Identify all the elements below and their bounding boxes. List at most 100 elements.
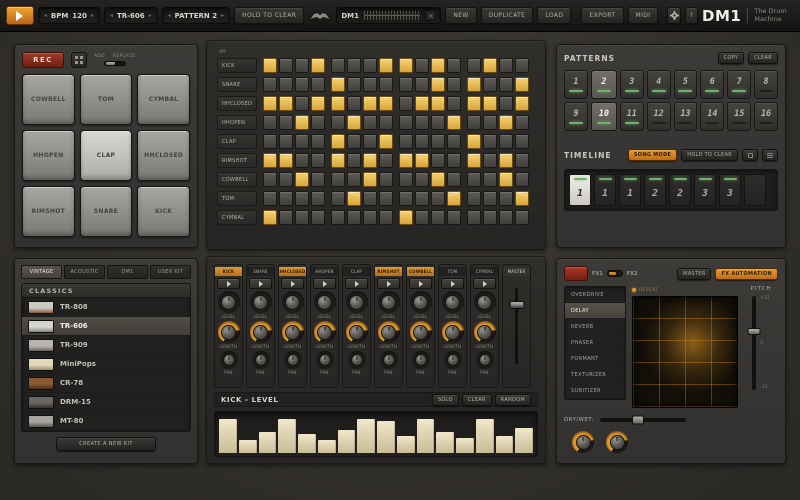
step-tom-9[interactable] — [399, 191, 413, 206]
kit-item-tr-808[interactable]: TR-808 — [22, 298, 190, 317]
fx-effect-formant[interactable]: FORMANT — [565, 351, 625, 367]
step-hhopen-8[interactable] — [379, 115, 393, 130]
velocity-bar-5[interactable] — [298, 434, 316, 453]
step-snare-7[interactable] — [363, 77, 377, 92]
step-hhclosed-2[interactable] — [279, 96, 293, 111]
step-tom-16[interactable] — [515, 191, 529, 206]
step-tom-2[interactable] — [279, 191, 293, 206]
step-kick-9[interactable] — [399, 58, 413, 73]
step-snare-13[interactable] — [467, 77, 481, 92]
step-cowbell-11[interactable] — [431, 172, 445, 187]
pattern-cell-6[interactable]: 6 — [700, 70, 724, 99]
step-snare-9[interactable] — [399, 77, 413, 92]
step-hhclosed-11[interactable] — [431, 96, 445, 111]
clear-song-icon[interactable]: × — [425, 10, 436, 21]
pattern-cell-2[interactable]: 2 — [591, 70, 617, 99]
step-snare-5[interactable] — [331, 77, 345, 92]
step-cymbal-11[interactable] — [431, 210, 445, 225]
knob-level[interactable] — [474, 291, 496, 313]
random-button[interactable]: RANDOM — [495, 394, 531, 406]
pitch-slider[interactable] — [752, 296, 756, 390]
step-clap-12[interactable] — [447, 134, 461, 149]
knob-pan[interactable] — [220, 351, 238, 369]
step-hhclosed-8[interactable] — [379, 96, 393, 111]
bpm-selector[interactable]: ◂ BPM 120 ▸ — [38, 7, 100, 24]
pattern-cell-16[interactable]: 16 — [754, 102, 778, 131]
velocity-bar-9[interactable] — [377, 421, 395, 453]
step-tom-1[interactable] — [263, 191, 277, 206]
step-rimshot-16[interactable] — [515, 153, 529, 168]
velocity-bar-1[interactable] — [219, 419, 237, 453]
pitch-slider-handle[interactable] — [748, 328, 761, 335]
step-rimshot-1[interactable] — [263, 153, 277, 168]
fader-handle[interactable] — [509, 301, 524, 309]
step-hhclosed-9[interactable] — [399, 96, 413, 111]
drum-pad-snare[interactable]: SNARE — [80, 186, 133, 237]
step-cowbell-8[interactable] — [379, 172, 393, 187]
step-tom-13[interactable] — [467, 191, 481, 206]
step-rimshot-3[interactable] — [295, 153, 309, 168]
midi-button[interactable]: MIDI — [628, 7, 659, 24]
knob-level[interactable] — [314, 291, 336, 313]
pattern-cell-8[interactable]: 8 — [754, 70, 778, 99]
step-hhopen-12[interactable] — [447, 115, 461, 130]
step-hhopen-5[interactable] — [331, 115, 345, 130]
step-snare-11[interactable] — [431, 77, 445, 92]
knob-level[interactable] — [442, 291, 464, 313]
step-hhopen-1[interactable] — [263, 115, 277, 130]
step-tom-11[interactable] — [431, 191, 445, 206]
step-clap-13[interactable] — [467, 134, 481, 149]
step-tom-5[interactable] — [331, 191, 345, 206]
step-cowbell-5[interactable] — [331, 172, 345, 187]
kit-tab-user-kit[interactable]: USER KIT — [150, 265, 191, 279]
step-rimshot-5[interactable] — [331, 153, 345, 168]
step-kick-10[interactable] — [415, 58, 429, 73]
channel-play-button[interactable] — [377, 278, 400, 289]
step-clap-2[interactable] — [279, 134, 293, 149]
step-cowbell-14[interactable] — [483, 172, 497, 187]
step-clap-9[interactable] — [399, 134, 413, 149]
step-cymbal-7[interactable] — [363, 210, 377, 225]
step-hhclosed-13[interactable] — [467, 96, 481, 111]
step-rimshot-15[interactable] — [499, 153, 513, 168]
velocity-bar-2[interactable] — [239, 440, 257, 453]
step-snare-15[interactable] — [499, 77, 513, 92]
step-hhclosed-15[interactable] — [499, 96, 513, 111]
step-kick-14[interactable] — [483, 58, 497, 73]
drum-pad-hhopen[interactable]: HHOPEN — [22, 130, 75, 181]
pattern-cell-3[interactable]: 3 — [620, 70, 644, 99]
pattern-cell-11[interactable]: 11 — [620, 102, 644, 131]
fx-effect-subitizer[interactable]: SUBITIZER — [565, 383, 625, 399]
xy-pad[interactable] — [632, 296, 738, 408]
step-hhopen-14[interactable] — [483, 115, 497, 130]
dry-wet-slider[interactable] — [600, 418, 686, 422]
knob-level[interactable] — [378, 291, 400, 313]
step-clap-10[interactable] — [415, 134, 429, 149]
master-fader[interactable] — [515, 288, 518, 364]
step-hhopen-10[interactable] — [415, 115, 429, 130]
step-kick-3[interactable] — [295, 58, 309, 73]
step-cowbell-13[interactable] — [467, 172, 481, 187]
fx-knob-1[interactable] — [572, 431, 594, 453]
step-rimshot-8[interactable] — [379, 153, 393, 168]
channel-play-button[interactable] — [345, 278, 368, 289]
hold-to-clear-button[interactable]: HOLD TO CLEAR — [234, 7, 304, 24]
step-kick-6[interactable] — [347, 58, 361, 73]
timeline-slot-2[interactable]: 1 — [594, 174, 616, 206]
step-kick-7[interactable] — [363, 58, 377, 73]
channel-play-button[interactable] — [409, 278, 432, 289]
settings-button[interactable] — [667, 7, 680, 24]
step-cymbal-6[interactable] — [347, 210, 361, 225]
pattern-cell-4[interactable]: 4 — [647, 70, 671, 99]
drum-pad-rimshot[interactable]: RIMSHOT — [22, 186, 75, 237]
step-hhopen-6[interactable] — [347, 115, 361, 130]
knob-length[interactable] — [378, 321, 400, 343]
song-display[interactable]: DM1 × — [336, 7, 441, 24]
pattern-cell-9[interactable]: 9 — [564, 102, 588, 131]
step-snare-6[interactable] — [347, 77, 361, 92]
step-clap-3[interactable] — [295, 134, 309, 149]
step-cymbal-4[interactable] — [311, 210, 325, 225]
step-cowbell-3[interactable] — [295, 172, 309, 187]
knob-length[interactable] — [282, 321, 304, 343]
knob-length[interactable] — [250, 321, 272, 343]
